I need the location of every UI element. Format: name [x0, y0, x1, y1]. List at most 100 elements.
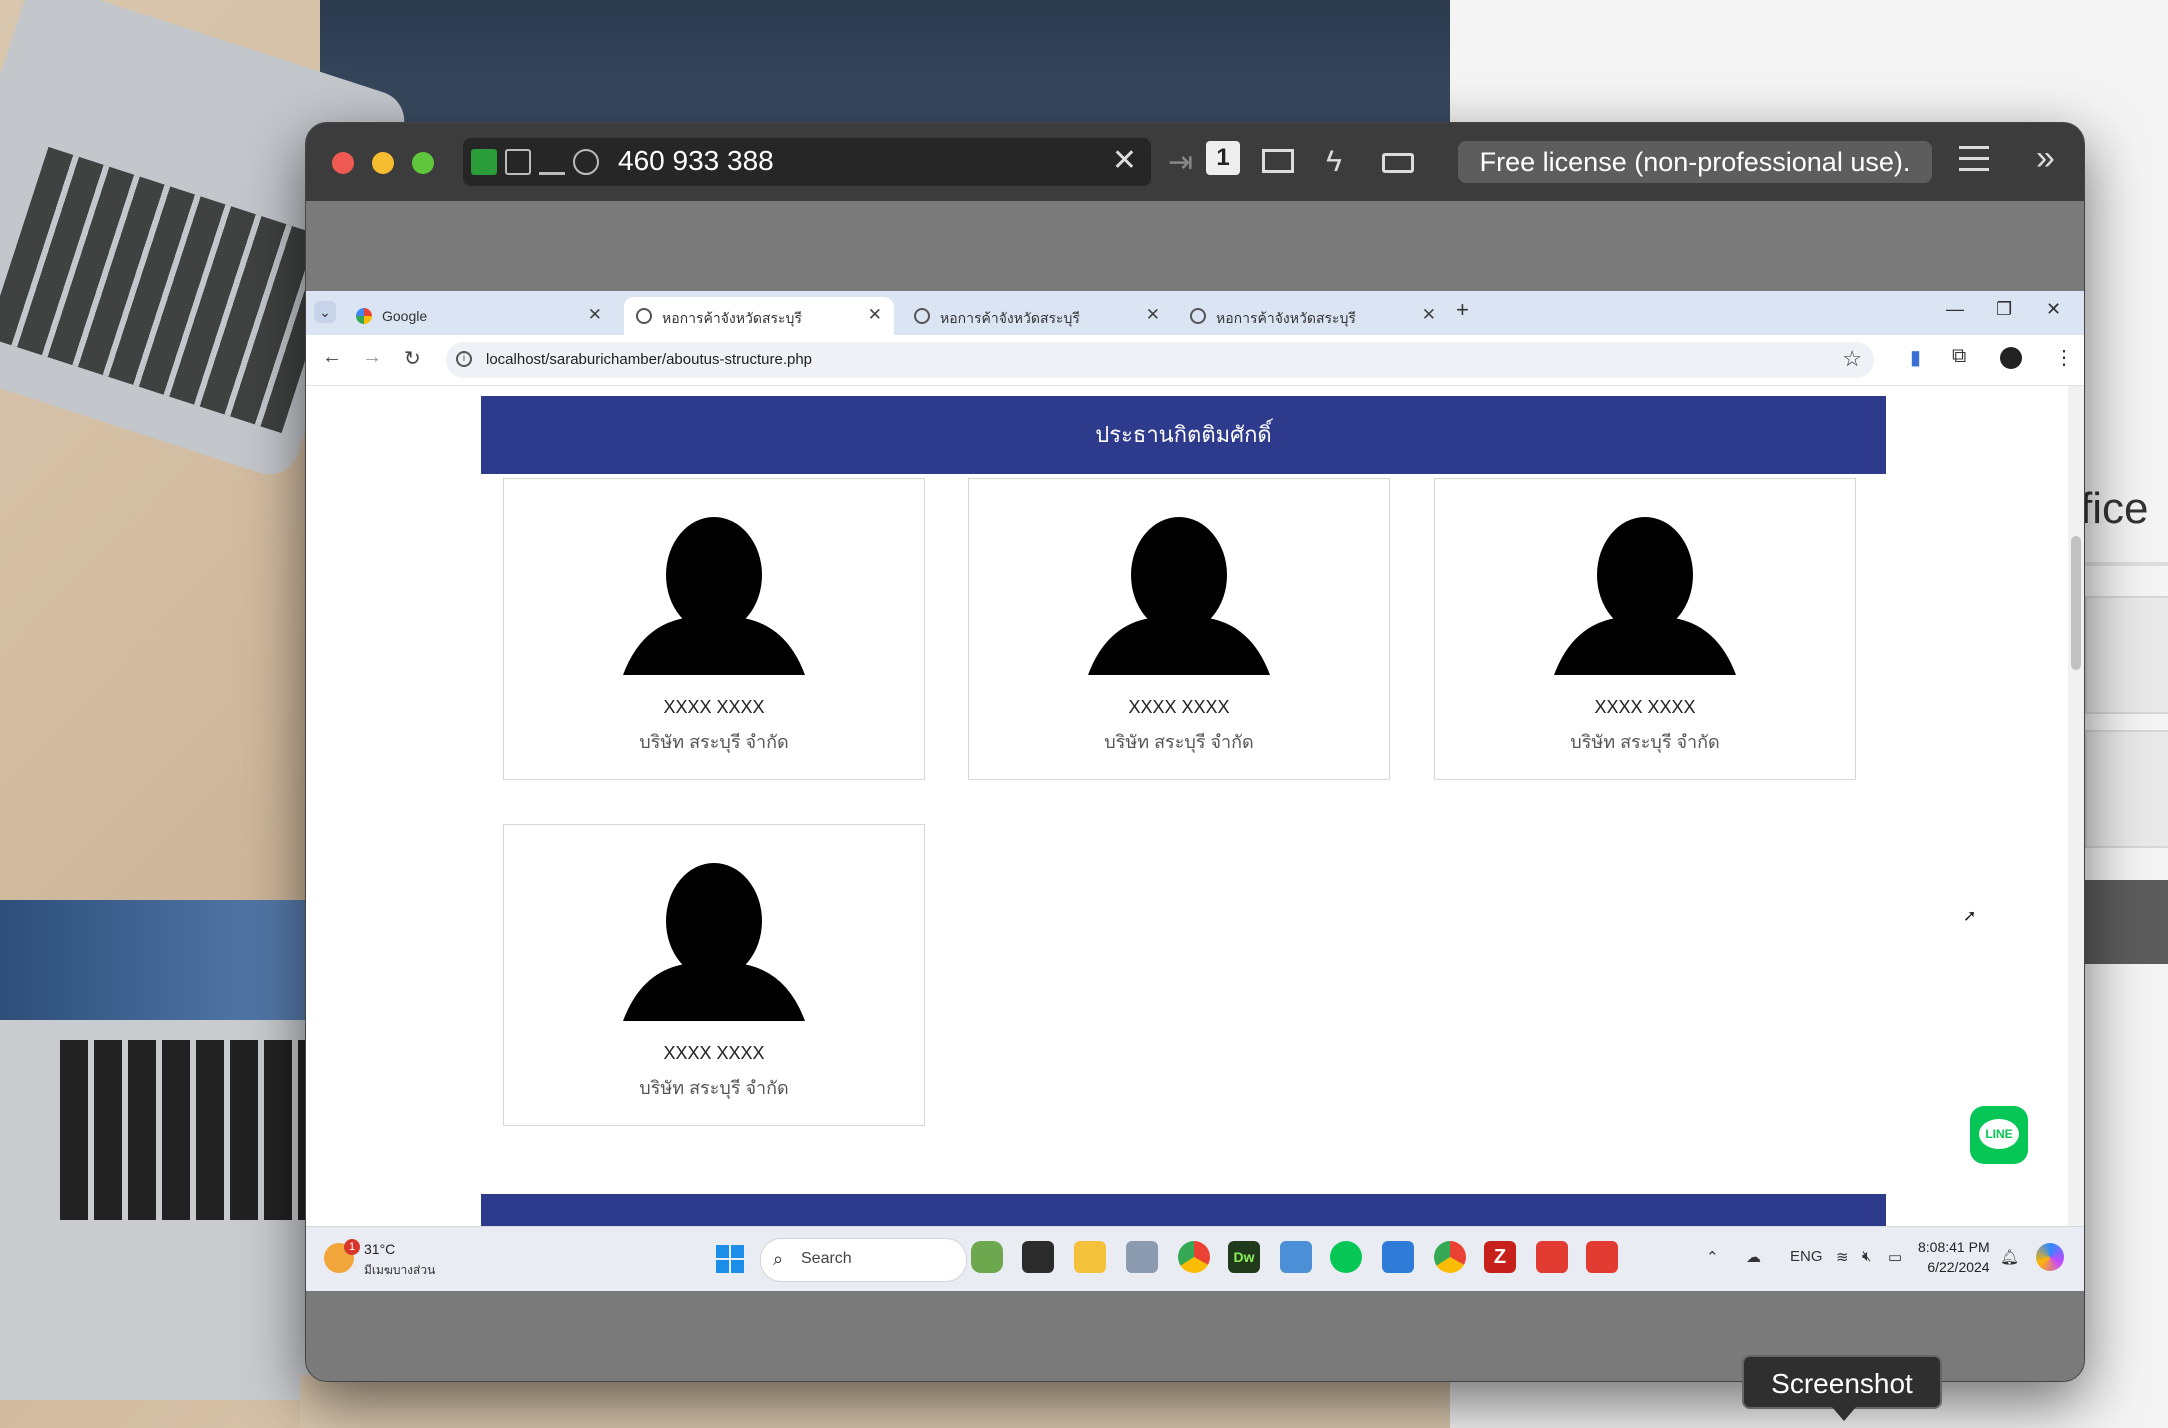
connection-id: 460 933 388: [618, 145, 774, 176]
close-icon[interactable]: ✕: [1112, 143, 1137, 178]
back-arrow-icon[interactable]: ←: [322, 346, 342, 369]
notification-bell-icon[interactable]: 🔔︎: [2000, 1248, 2019, 1266]
profile-avatar[interactable]: [2000, 347, 2022, 369]
close-window-button[interactable]: [332, 152, 354, 174]
more-vertical-icon[interactable]: ⋮: [2054, 345, 2074, 370]
background-block: [2085, 596, 2168, 714]
clock-date: 6/22/2024: [1927, 1259, 1990, 1275]
speaker-muted-icon[interactable]: 🔇︎: [1862, 1248, 1871, 1265]
page-scrollbar[interactable]: [2068, 386, 2084, 1226]
background-text: fice: [2080, 484, 2149, 533]
close-tab-icon[interactable]: ✕: [588, 305, 602, 325]
member-company: บริษัท สระบุรี จำกัด: [639, 732, 789, 752]
chevron-up-icon[interactable]: ⌃: [1706, 1248, 1719, 1266]
exit-icon[interactable]: ⇥: [1168, 145, 1193, 180]
drive-icon[interactable]: [539, 149, 565, 175]
browser-tab-strip: ⌄ Google ✕ หอการค้าจังหวัดสระบุรี ✕ หอกา…: [306, 291, 2084, 335]
member-name: XXXX XXXX: [663, 697, 765, 717]
clock-time: 8:08:41 PM: [1918, 1239, 1990, 1255]
chrome-profile-icon[interactable]: [1434, 1241, 1466, 1273]
session-number-button[interactable]: 1: [1206, 141, 1240, 175]
tab-label: หอการค้าจังหวัดสระบุรี: [662, 310, 802, 326]
tab-google[interactable]: Google ✕: [344, 297, 614, 335]
globe-icon: [1190, 308, 1206, 324]
notepad-icon[interactable]: [1280, 1241, 1312, 1273]
laptop-screen: [0, 900, 320, 1020]
copilot-icon[interactable]: [2036, 1243, 2064, 1271]
tab-chamber[interactable]: หอการค้าจังหวัดสระบุรี ✕: [902, 297, 1172, 335]
wifi-icon[interactable]: ≋: [1836, 1248, 1849, 1266]
globe-icon: [573, 149, 599, 175]
member-name: XXXX XXXX: [663, 1043, 765, 1063]
member-company: บริษัท สระบุรี จำกัด: [639, 1078, 789, 1098]
line-chat-button[interactable]: LINE: [1970, 1106, 2028, 1164]
extension-icon[interactable]: ▮: [1910, 345, 1921, 370]
reload-icon[interactable]: ↻: [404, 346, 421, 371]
display-icon[interactable]: [1262, 149, 1294, 173]
dreamweaver-icon[interactable]: Dw: [1228, 1241, 1260, 1273]
person-avatar-icon: [623, 517, 805, 675]
tab-label: หอการค้าจังหวัดสระบุรี: [940, 310, 1080, 326]
taskbar-search[interactable]: ⌕ Search: [760, 1238, 967, 1282]
notification-badge: 1: [344, 1239, 360, 1255]
tab-chamber[interactable]: หอการค้าจังหวัดสระบุรี ✕: [1178, 297, 1448, 335]
address-bar[interactable]: i localhost/saraburichamber/aboutus-stru…: [446, 342, 1874, 378]
url-text[interactable]: localhost/saraburichamber/aboutus-struct…: [486, 351, 812, 368]
weather-widget[interactable]: 1 31°C มีเมฆบางส่วน: [324, 1237, 454, 1281]
search-highlight-icon[interactable]: [971, 1241, 1003, 1273]
desk-strip: [300, 1375, 1450, 1428]
bookmark-star-icon[interactable]: ☆: [1842, 346, 1862, 372]
close-tab-icon[interactable]: ✕: [868, 305, 882, 325]
search-label: Search: [801, 1250, 852, 1267]
chrome-icon[interactable]: [1178, 1241, 1210, 1273]
photos-icon[interactable]: [1382, 1241, 1414, 1273]
close-tab-icon[interactable]: ✕: [1146, 305, 1160, 325]
forward-arrow-icon[interactable]: →: [362, 346, 382, 369]
weather-temperature: 31°C: [364, 1241, 396, 1257]
person-avatar-icon: [1554, 517, 1736, 675]
close-tab-icon[interactable]: ✕: [1422, 305, 1436, 325]
calculator-icon[interactable]: [1126, 1241, 1158, 1273]
menu-icon[interactable]: [1959, 146, 1989, 172]
tab-label: หอการค้าจังหวัดสระบุรี: [1216, 310, 1356, 326]
anydesk-icon[interactable]: [1586, 1241, 1618, 1273]
member-card: XXXX XXXX บริษัท สระบุรี จำกัด: [968, 478, 1390, 780]
license-badge[interactable]: Free license (non-professional use).: [1458, 141, 1932, 183]
tab-chamber-active[interactable]: หอการค้าจังหวัดสระบุรี ✕: [624, 297, 894, 335]
puzzle-icon[interactable]: ⧉: [1952, 345, 1966, 368]
tab-search-button[interactable]: ⌄: [314, 301, 336, 323]
viewer-toolbar: 460 933 388 ✕ ⇥ 1 ϟ Free license (non-pr…: [306, 123, 2084, 201]
minimize-icon[interactable]: —: [1946, 299, 1964, 320]
battery-icon[interactable]: ▭: [1888, 1248, 1902, 1266]
task-view-icon[interactable]: [1022, 1241, 1054, 1273]
weather-description: มีเมฆบางส่วน: [364, 1263, 436, 1277]
lightning-icon[interactable]: ϟ: [1326, 145, 1342, 179]
keyboard-icon[interactable]: [1382, 153, 1414, 173]
system-clock[interactable]: 8:08:41 PM 6/22/2024: [1918, 1237, 1990, 1277]
checkmark-icon: [471, 149, 497, 175]
chevron-double-right-icon[interactable]: »: [2036, 139, 2055, 178]
scrollbar-thumb[interactable]: [2071, 536, 2081, 670]
windows-taskbar: 1 31°C มีเมฆบางส่วน ⌕ Search Dw Z ⌃ ☁ EN…: [306, 1226, 2084, 1291]
address-bar-row: ← → ↻ i localhost/saraburichamber/aboutu…: [306, 335, 2084, 386]
connection-field[interactable]: 460 933 388 ✕: [463, 138, 1151, 186]
minimize-window-button[interactable]: [372, 152, 394, 174]
globe-icon: [636, 308, 652, 324]
close-icon[interactable]: ✕: [2046, 299, 2061, 320]
restore-icon[interactable]: ❐: [1996, 299, 2012, 320]
remote-screen: ⌄ Google ✕ หอการค้าจังหวัดสระบุรี ✕ หอกา…: [306, 291, 2084, 1291]
screen-off-icon[interactable]: [505, 149, 531, 175]
anydesk-icon[interactable]: [1536, 1241, 1568, 1273]
new-tab-button[interactable]: +: [1456, 297, 1469, 323]
windows-start-icon[interactable]: [716, 1245, 744, 1273]
onedrive-icon[interactable]: ☁: [1746, 1248, 1761, 1266]
background-divider: [2080, 562, 2168, 566]
member-card: XXXX XXXX บริษัท สระบุรี จำกัด: [503, 478, 925, 780]
language-indicator[interactable]: ENG: [1790, 1248, 1823, 1265]
filezilla-icon[interactable]: Z: [1484, 1241, 1516, 1273]
line-app-icon[interactable]: [1330, 1241, 1362, 1273]
next-section-banner: [481, 1194, 1886, 1226]
maximize-window-button[interactable]: [412, 152, 434, 174]
info-icon[interactable]: i: [456, 351, 472, 367]
file-explorer-icon[interactable]: [1074, 1241, 1106, 1273]
